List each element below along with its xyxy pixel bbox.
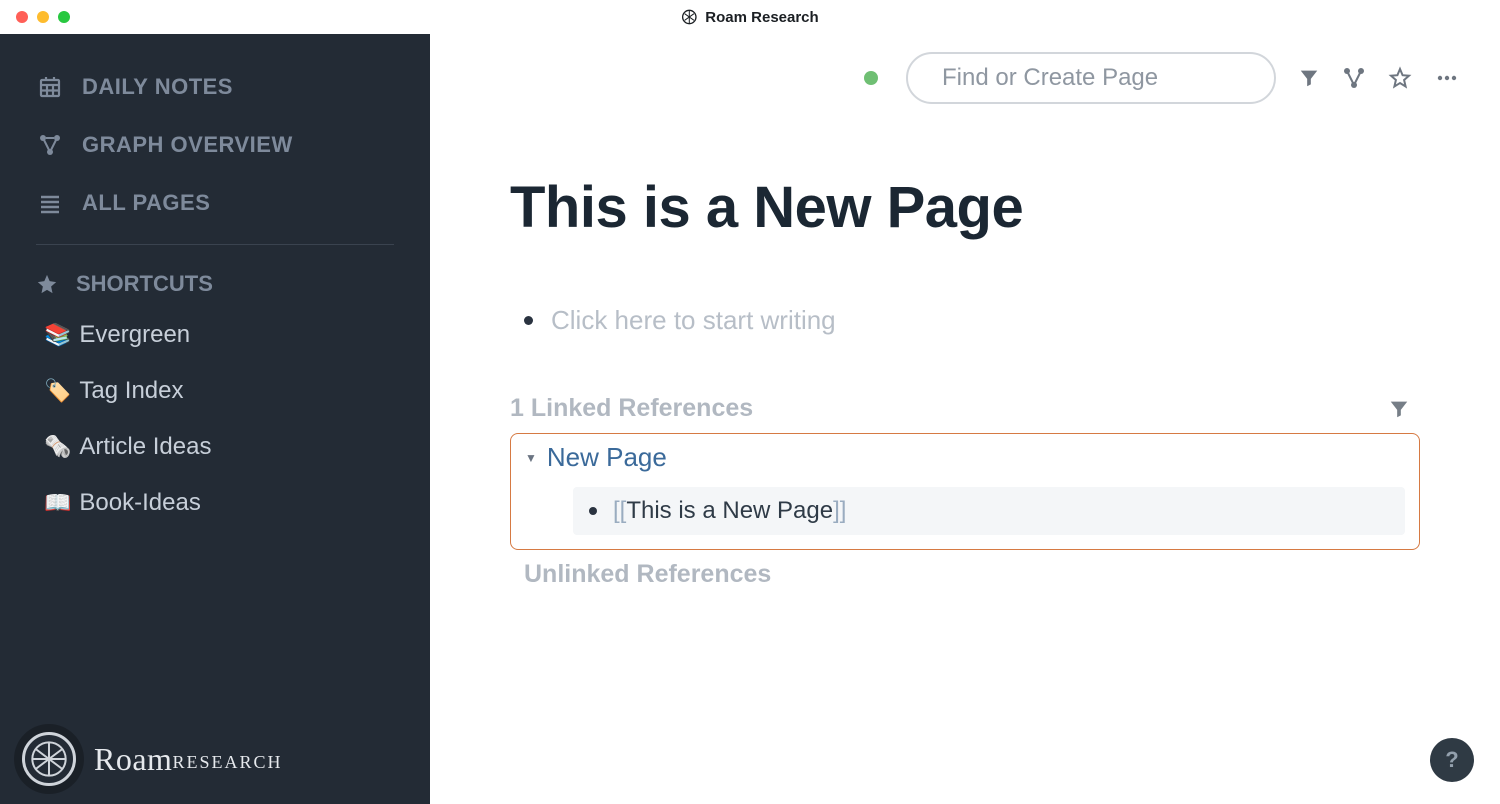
app-title-label: Roam Research xyxy=(705,9,818,26)
linked-references-header[interactable]: 1 Linked References xyxy=(510,394,753,423)
shortcut-evergreen[interactable]: 📚 Evergreen xyxy=(0,307,430,363)
brand-name: Roam xyxy=(94,741,172,777)
nav-graph-overview[interactable]: GRAPH OVERVIEW xyxy=(0,116,430,174)
filter-icon xyxy=(1298,67,1320,89)
nav-label: GRAPH OVERVIEW xyxy=(82,132,293,158)
nav-all-pages[interactable]: ALL PAGES xyxy=(0,174,430,232)
star-outline-icon xyxy=(1388,66,1412,90)
menu-lines-icon xyxy=(36,191,64,215)
page-title[interactable]: This is a New Page xyxy=(510,174,1420,241)
unlinked-references-header[interactable]: Unlinked References xyxy=(524,560,1420,589)
shortcut-book-ideas[interactable]: 📖 Book-Ideas xyxy=(0,475,430,531)
shortcut-label: Tag Index xyxy=(79,377,183,405)
help-button[interactable]: ? xyxy=(1430,738,1474,782)
nav-label: ALL PAGES xyxy=(82,190,210,216)
titlebar: Roam Research xyxy=(0,0,1500,34)
shortcut-label: Evergreen xyxy=(79,321,190,349)
window-title: Roam Research xyxy=(681,9,818,26)
traffic-lights xyxy=(16,11,70,23)
minimize-window-button[interactable] xyxy=(37,11,49,23)
empty-block[interactable]: Click here to start writing xyxy=(524,305,1420,336)
bracket-open: [[ xyxy=(613,497,626,524)
topbar xyxy=(430,34,1500,104)
help-icon: ? xyxy=(1445,747,1458,773)
shortcut-label: Article Ideas xyxy=(79,433,211,461)
calendar-icon xyxy=(36,75,64,99)
more-menu-button[interactable] xyxy=(1434,66,1460,90)
roam-logo-icon xyxy=(22,732,76,786)
reference-source-label: New Page xyxy=(547,442,667,473)
bullet-icon xyxy=(589,507,597,515)
search-box[interactable] xyxy=(906,52,1276,104)
graph-node-icon xyxy=(1342,66,1366,90)
shortcuts-header: SHORTCUTS xyxy=(0,263,430,307)
bracket-close: ]] xyxy=(833,497,846,524)
references-filter-button[interactable] xyxy=(1388,398,1410,420)
nav-daily-notes[interactable]: DAILY NOTES xyxy=(0,58,430,116)
bullet-icon xyxy=(524,316,533,325)
newspaper-icon: 🗞️ xyxy=(44,434,71,460)
sync-status-indicator[interactable] xyxy=(864,71,878,85)
main-content: This is a New Page Click here to start w… xyxy=(430,34,1500,804)
graph-view-button[interactable] xyxy=(1342,66,1366,90)
reference-block[interactable]: [[This is a New Page]] xyxy=(573,487,1405,535)
reference-source-page[interactable]: ▼ New Page xyxy=(525,442,1405,473)
filter-icon xyxy=(1388,398,1410,420)
books-icon: 📚 xyxy=(44,322,71,348)
search-input[interactable] xyxy=(942,64,1252,92)
filter-button[interactable] xyxy=(1298,67,1320,89)
graph-icon xyxy=(36,133,64,157)
app-logo-icon xyxy=(681,9,697,25)
maximize-window-button[interactable] xyxy=(58,11,70,23)
tag-icon: 🏷️ xyxy=(44,378,71,404)
shortcut-article-ideas[interactable]: 🗞️ Article Ideas xyxy=(0,419,430,475)
caret-down-icon: ▼ xyxy=(525,451,537,465)
sidebar-separator xyxy=(36,244,394,245)
block-placeholder[interactable]: Click here to start writing xyxy=(551,305,836,336)
shortcuts-label: SHORTCUTS xyxy=(76,271,213,297)
reference-link-text: This is a New Page xyxy=(626,497,833,524)
reference-content: [[This is a New Page]] xyxy=(613,497,846,525)
nav-label: DAILY NOTES xyxy=(82,74,233,100)
brand-sub: RESEARCH xyxy=(172,752,282,772)
sidebar: DAILY NOTES GRAPH OVERVIEW ALL PAGES SHO… xyxy=(0,34,430,804)
shortcut-tag-index[interactable]: 🏷️ Tag Index xyxy=(0,363,430,419)
close-window-button[interactable] xyxy=(16,11,28,23)
favorite-button[interactable] xyxy=(1388,66,1412,90)
linked-reference-group: ▼ New Page [[This is a New Page]] xyxy=(510,433,1420,550)
brand-footer: RoamRESEARCH xyxy=(22,732,282,786)
star-icon xyxy=(36,273,58,295)
open-book-icon: 📖 xyxy=(44,490,71,516)
shortcut-label: Book-Ideas xyxy=(79,489,200,517)
brand-text: RoamRESEARCH xyxy=(94,741,282,778)
dots-horizontal-icon xyxy=(1434,66,1460,90)
